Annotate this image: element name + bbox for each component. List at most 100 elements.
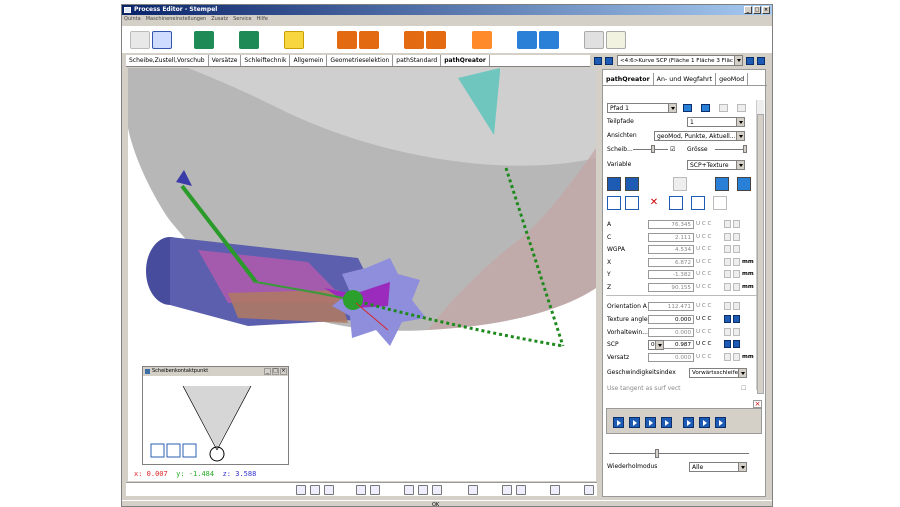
copy-icon[interactable] <box>691 196 705 210</box>
last-icon[interactable] <box>715 417 726 428</box>
tab-allgemein[interactable]: Allgemein <box>290 55 328 66</box>
decrement-icon[interactable] <box>724 220 731 228</box>
increment-icon[interactable] <box>733 245 740 253</box>
export-icon[interactable] <box>539 31 559 49</box>
play-icon[interactable] <box>550 485 560 495</box>
increment-icon[interactable] <box>733 270 740 278</box>
param-value[interactable]: -1.382 <box>648 270 694 279</box>
process-icon[interactable] <box>337 31 357 49</box>
increment-icon[interactable] <box>733 302 740 310</box>
increment-icon[interactable] <box>733 220 740 228</box>
view-side-icon[interactable] <box>418 485 428 495</box>
pen-icon[interactable] <box>606 31 626 49</box>
decrement-icon[interactable] <box>724 353 731 362</box>
speed-slider-thumb[interactable] <box>655 449 659 458</box>
increment-icon[interactable] <box>733 257 740 266</box>
param-mode[interactable]: U C C <box>696 315 711 324</box>
save-as-path-icon[interactable] <box>701 104 710 112</box>
decrement-icon[interactable] <box>724 327 731 336</box>
param-mode[interactable]: U C C <box>696 283 711 292</box>
close-icon[interactable]: × <box>753 400 762 408</box>
param-value[interactable]: 76.345 <box>648 220 694 229</box>
param-mode[interactable]: U C C <box>696 302 711 311</box>
increment-icon[interactable] <box>733 353 740 362</box>
zoom-in-icon[interactable] <box>356 485 366 495</box>
grid-icon[interactable] <box>472 31 492 49</box>
pan-icon[interactable] <box>310 485 320 495</box>
tab-pathqreator[interactable]: pathQreator <box>441 55 490 66</box>
param-value[interactable]: 2.111 <box>648 232 694 242</box>
maximize-button[interactable]: □ <box>753 6 761 14</box>
first-icon[interactable] <box>613 417 624 428</box>
decrement-icon[interactable] <box>724 245 731 253</box>
zoom-out-icon[interactable] <box>370 485 380 495</box>
geschw-select[interactable]: Vorwärtsschleife <box>689 368 747 378</box>
menu-hilfe[interactable]: Hilfe <box>257 15 268 23</box>
param-mode[interactable]: U C C <box>696 220 711 229</box>
param-value[interactable]: 6.872 <box>648 257 694 267</box>
axis-icon[interactable] <box>296 485 306 495</box>
increment-icon[interactable] <box>733 327 740 336</box>
y-d-icon[interactable] <box>715 177 729 191</box>
param-mode[interactable]: U C C <box>696 233 711 242</box>
scroll-thumb[interactable] <box>757 114 764 394</box>
decrement-icon[interactable] <box>724 257 731 266</box>
tab-versaetze[interactable]: Versätze <box>209 55 242 66</box>
decrement-icon[interactable] <box>724 340 731 349</box>
scheib-slider-thumb[interactable] <box>651 145 655 153</box>
tab-next-icon[interactable] <box>605 57 613 65</box>
wave-icon[interactable] <box>426 31 446 49</box>
disc-icon[interactable] <box>404 31 424 49</box>
prev-point-icon[interactable] <box>607 177 621 191</box>
param-mode[interactable]: U C C <box>696 340 711 349</box>
scp-select[interactable]: 0 <box>648 340 664 350</box>
variable-select[interactable]: SCP+Texture <box>687 160 745 170</box>
pfad-select[interactable]: Pfad 1 <box>607 103 677 113</box>
rotate-icon[interactable] <box>324 485 334 495</box>
tab-scheibe[interactable]: Scheibe,Zustell,Vorschub <box>126 55 209 66</box>
grinding-icon[interactable] <box>239 31 259 49</box>
minimize-button[interactable]: _ <box>744 6 752 14</box>
close-button[interactable]: × <box>762 6 770 14</box>
panel-tab-pathqreator[interactable]: pathQreator <box>603 73 654 85</box>
mini-minimize-button[interactable]: _ <box>264 368 271 375</box>
decrement-icon[interactable] <box>724 302 731 310</box>
x-d-icon[interactable] <box>737 177 751 191</box>
snap-icon[interactable] <box>669 196 683 210</box>
increment-icon[interactable] <box>733 232 740 241</box>
move-icon[interactable] <box>150 443 165 458</box>
hand-icon[interactable] <box>182 443 197 458</box>
menu-service[interactable]: Service <box>233 15 251 23</box>
wheel-icon[interactable] <box>194 31 214 49</box>
decrement-icon[interactable] <box>724 232 731 241</box>
save-icon[interactable] <box>130 31 150 49</box>
decrement-icon[interactable] <box>724 270 731 278</box>
step-back-icon[interactable] <box>645 417 656 428</box>
param-value[interactable]: 0.000 <box>648 314 694 324</box>
wiederhol-select[interactable]: Alle <box>689 462 747 472</box>
step-forward-icon[interactable] <box>683 417 694 428</box>
tab-schleiftechnik[interactable]: Schleiftechnik <box>241 55 291 66</box>
tangent-checkbox[interactable]: ☐ <box>741 384 746 393</box>
param-mode[interactable]: U C C <box>696 353 711 362</box>
zoom-icon[interactable] <box>166 443 181 458</box>
next-icon[interactable] <box>625 196 639 210</box>
settings-icon[interactable] <box>517 31 537 49</box>
save-path-icon[interactable] <box>683 104 692 112</box>
measure-icon[interactable] <box>516 485 526 495</box>
param-value[interactable]: 112.471 <box>648 302 694 311</box>
groesse-slider-thumb[interactable] <box>743 145 747 153</box>
scheib-checkbox[interactable]: ☑ <box>670 145 675 154</box>
param-mode[interactable]: U C C <box>696 270 711 279</box>
menu-maschineneinstellungen[interactable]: Maschineneinstellungen <box>146 15 207 23</box>
param-value[interactable]: 90.155 <box>648 282 694 292</box>
tab-geometrieselektion[interactable]: Geometrieselektion <box>327 55 394 66</box>
panel-tab-anwegfahrt[interactable]: An- und Wegfahrt <box>654 73 717 85</box>
decrement-icon[interactable] <box>724 282 731 291</box>
speed-slider[interactable] <box>609 453 749 454</box>
prev-icon[interactable] <box>607 196 621 210</box>
light-icon[interactable] <box>284 31 304 49</box>
param-value[interactable]: 4.534 <box>648 245 694 254</box>
increment-icon[interactable] <box>733 340 740 349</box>
hand-tool-icon[interactable] <box>584 485 594 495</box>
